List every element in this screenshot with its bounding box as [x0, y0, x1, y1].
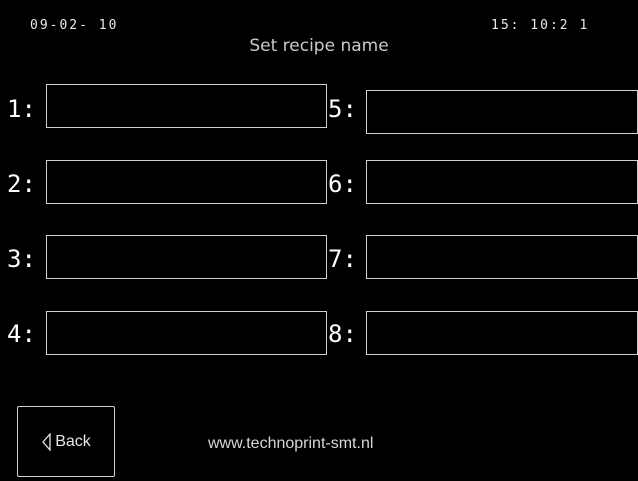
slot-label-7: 7: — [328, 245, 357, 273]
recipe-name-field-3[interactable] — [46, 235, 327, 279]
footer-url: www.technoprint-smt.nl — [208, 435, 374, 452]
slot-label-1: 1: — [7, 95, 36, 123]
recipe-name-field-8[interactable] — [366, 311, 638, 355]
chevron-left-icon — [42, 432, 51, 451]
recipe-name-field-6[interactable] — [366, 160, 638, 204]
slot-label-5: 5: — [328, 95, 357, 123]
recipe-name-field-7[interactable] — [366, 235, 638, 279]
date-display: 09-02- 10 — [30, 18, 119, 33]
slot-label-8: 8: — [328, 320, 357, 348]
back-button-label: Back — [55, 432, 91, 450]
recipe-name-field-4[interactable] — [46, 311, 327, 355]
recipe-name-field-1[interactable] — [46, 84, 327, 128]
slot-label-4: 4: — [7, 320, 36, 348]
recipe-name-field-2[interactable] — [46, 160, 327, 204]
slot-label-2: 2: — [7, 170, 36, 198]
slot-label-3: 3: — [7, 245, 36, 273]
time-display: 15: 10:2 1 — [491, 18, 590, 33]
back-button[interactable]: Back — [17, 406, 115, 477]
slot-label-6: 6: — [328, 170, 357, 198]
recipe-name-field-5[interactable] — [366, 90, 638, 134]
page-title: Set recipe name — [249, 36, 389, 56]
